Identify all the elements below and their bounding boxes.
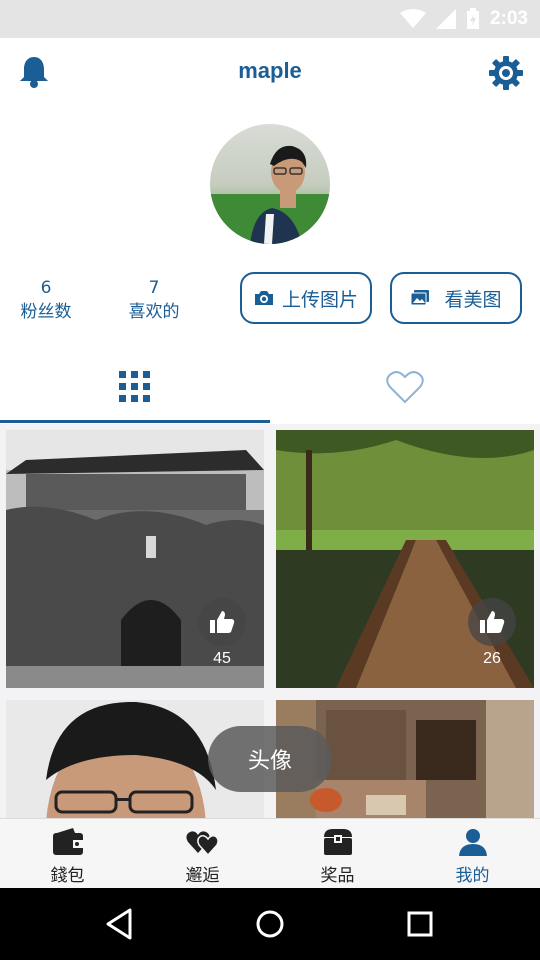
system-navigation-bar xyxy=(0,888,540,960)
like-button[interactable] xyxy=(198,598,246,646)
like-button[interactable] xyxy=(468,598,516,646)
grid-icon xyxy=(119,371,150,402)
toast-message: 头像 xyxy=(208,726,332,792)
tab-grid[interactable] xyxy=(0,350,270,424)
likes-count: 7 xyxy=(148,278,160,298)
avatar[interactable] xyxy=(210,124,330,244)
nav-encounter[interactable]: 邂逅 xyxy=(135,819,270,889)
nav-prize[interactable]: 奖品 xyxy=(270,819,405,889)
wifi-icon xyxy=(399,9,426,28)
header: maple xyxy=(0,38,540,110)
home-icon[interactable] xyxy=(252,906,288,942)
person-icon xyxy=(458,829,487,856)
thumbs-up-icon xyxy=(480,611,505,633)
avatar-photo xyxy=(210,124,330,244)
recents-icon[interactable] xyxy=(402,906,438,942)
photo-card[interactable]: 26 xyxy=(276,430,534,688)
nav-prize-label: 奖品 xyxy=(320,866,355,886)
thumbs-up-icon xyxy=(210,611,235,633)
gear-icon[interactable] xyxy=(488,55,524,91)
back-icon[interactable] xyxy=(102,906,138,942)
active-tab-indicator xyxy=(0,420,270,423)
photo-card[interactable]: 45 xyxy=(6,430,264,688)
bottom-navigation: 錢包 邂逅 奖品 我的 xyxy=(0,818,540,888)
upload-photo-button[interactable]: 上传图片 xyxy=(240,272,372,324)
view-photos-label: 看美图 xyxy=(444,288,502,311)
followers-stat[interactable]: 6 粉丝数 xyxy=(10,276,82,324)
gallery-icon xyxy=(410,290,430,306)
wallet-icon xyxy=(52,828,83,855)
battery-icon xyxy=(466,8,479,29)
tab-favorites[interactable] xyxy=(270,350,540,424)
hearts-icon xyxy=(185,831,219,857)
likes-label: 喜欢的 xyxy=(128,302,180,322)
followers-label: 粉丝数 xyxy=(20,302,72,322)
nav-wallet-label: 錢包 xyxy=(50,866,85,886)
like-count: 45 xyxy=(213,650,231,667)
nav-encounter-label: 邂逅 xyxy=(185,866,220,886)
status-icons: 2:03 xyxy=(399,0,528,38)
upload-photo-label: 上传图片 xyxy=(281,288,358,311)
treasure-chest-icon xyxy=(323,829,352,855)
status-bar: 2:03 xyxy=(0,0,540,38)
cell-signal-icon xyxy=(435,9,456,29)
followers-count: 6 xyxy=(40,278,52,298)
nav-mine-label: 我的 xyxy=(455,866,490,886)
likes-stat[interactable]: 7 喜欢的 xyxy=(118,276,190,324)
like-count: 26 xyxy=(483,650,501,667)
nav-wallet[interactable]: 錢包 xyxy=(0,819,135,889)
camera-icon xyxy=(254,291,273,305)
nav-mine[interactable]: 我的 xyxy=(405,819,540,889)
heart-outline-icon xyxy=(386,371,424,404)
view-photos-button[interactable]: 看美图 xyxy=(390,272,522,324)
content-tabs xyxy=(0,350,540,424)
page-title: maple xyxy=(238,58,302,83)
status-time: 2:03 xyxy=(489,8,528,29)
